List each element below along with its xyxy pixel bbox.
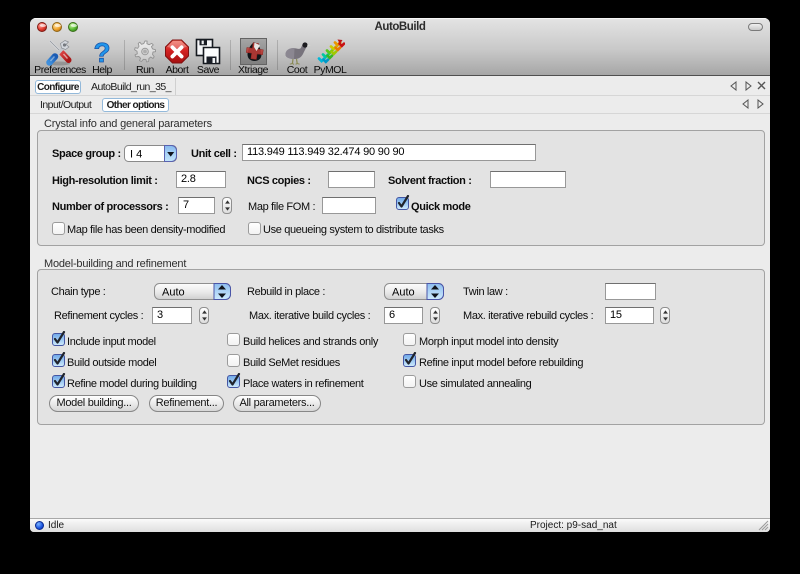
svg-text:Auto: Auto <box>162 287 185 299</box>
svg-text:Auto: Auto <box>392 287 415 299</box>
svg-text:I 4: I 4 <box>130 149 142 161</box>
